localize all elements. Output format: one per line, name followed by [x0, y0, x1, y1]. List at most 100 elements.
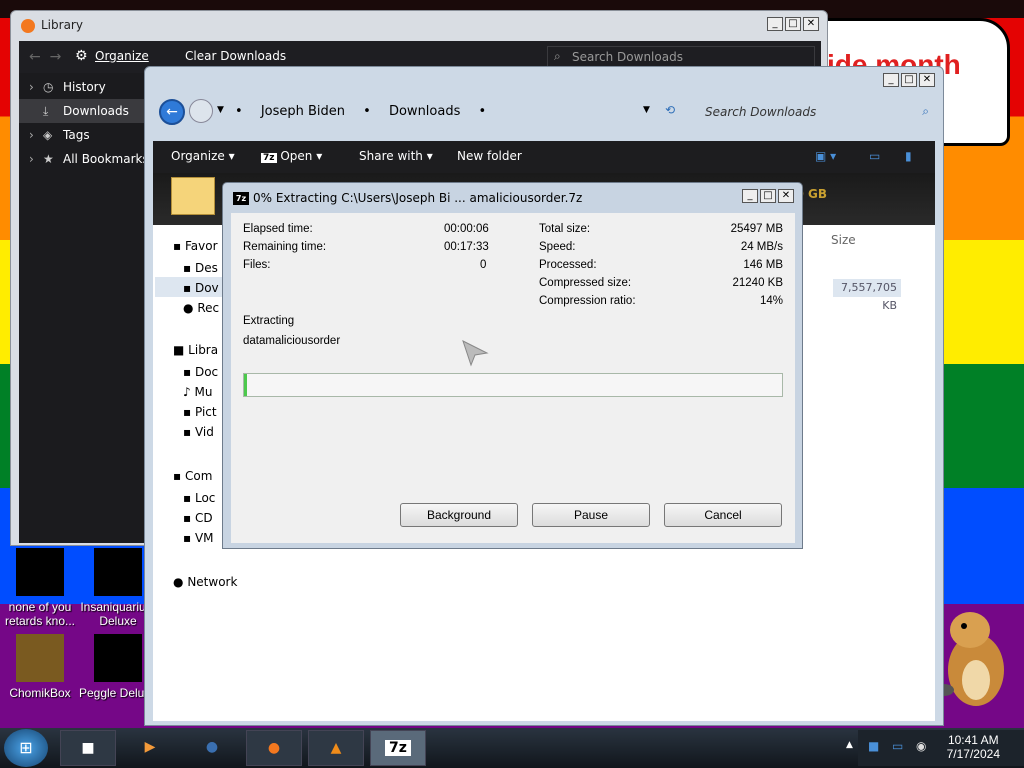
recent-icon: ● — [183, 301, 194, 315]
back-button[interactable]: ← — [159, 99, 185, 125]
nav-local-disk[interactable]: ▪ Loc — [183, 491, 215, 505]
column-header-size[interactable]: Size — [831, 233, 856, 247]
network-icon[interactable]: ▭ — [892, 739, 903, 753]
taskbar-media-player[interactable]: ▶ — [122, 730, 178, 766]
extract-dialog: 7z 0% Extracting C:\Users\Joseph Bi ... … — [222, 182, 803, 549]
volume-icon[interactable]: ◉ — [916, 739, 926, 753]
clear-downloads-button[interactable]: Clear Downloads — [185, 49, 286, 63]
minimize-icon[interactable]: _ — [767, 17, 783, 31]
remaining-time-label: Remaining time: — [243, 241, 327, 253]
document-icon: ▪ — [183, 365, 192, 379]
start-button[interactable]: ⊞ — [4, 729, 48, 767]
system-tray: ▲ ■ ▭ ◉ 10:41 AM 7/17/2024 — [846, 730, 1024, 766]
game-icon — [94, 634, 142, 682]
download-icon: ⤓ — [43, 104, 49, 118]
star-icon: ★ — [43, 152, 54, 166]
preview-pane-icon[interactable]: ▭ — [869, 149, 880, 163]
forward-button[interactable] — [189, 99, 213, 123]
library-organize-button[interactable]: Organize — [95, 49, 149, 63]
view-icon[interactable]: ▣ ▾ — [815, 149, 836, 163]
library-caption-buttons: _ □ ✕ — [767, 17, 819, 31]
pause-button[interactable]: Pause — [532, 503, 650, 527]
folder-icon: ■ — [81, 740, 95, 756]
open-button[interactable]: 7z Open ▾ — [261, 149, 322, 163]
breadcrumb-user[interactable]: Joseph Biden — [261, 104, 345, 119]
close-icon[interactable]: ✕ — [919, 73, 935, 87]
clock[interactable]: 10:41 AM 7/17/2024 — [947, 733, 1000, 761]
taskbar: ⊞ ■ ▶ ● ● ▲ 7z ▲ ■ ▭ ◉ 10:41 AM 7/17/202… — [0, 728, 1024, 768]
taskbar-vlc[interactable]: ▲ — [308, 730, 364, 766]
nav-music[interactable]: ♪ Mu — [183, 385, 212, 399]
nav-label: Dov — [194, 281, 219, 295]
organize-button[interactable]: Organize ▾ — [171, 149, 235, 163]
progress-fill — [244, 374, 247, 396]
taskbar-explorer[interactable]: ■ — [60, 730, 116, 766]
minimize-icon[interactable]: _ — [742, 189, 758, 203]
explorer-toolbar: Organize ▾ 7z Open ▾ Share with ▾ New fo… — [153, 141, 935, 173]
maximize-icon[interactable]: □ — [901, 73, 917, 87]
sidebar-item-tags[interactable]: › ◈ Tags — [19, 123, 155, 147]
nav-label: Des — [194, 261, 218, 275]
breadcrumb: • Joseph Biden • Downloads • — [235, 104, 500, 119]
close-icon[interactable]: ✕ — [803, 17, 819, 31]
tray-app-icon[interactable]: ■ — [868, 739, 879, 753]
help-icon[interactable]: ▮ — [905, 149, 912, 163]
share-with-button[interactable]: Share with ▾ — [359, 149, 433, 163]
desktop-icon-text-file[interactable]: none of you retards kno... — [0, 548, 80, 628]
sidebar-item-all-bookmarks[interactable]: › ★ All Bookmarks — [19, 147, 155, 171]
taskbar-firefox[interactable]: ● — [246, 730, 302, 766]
sidebar-item-downloads[interactable]: ⤓ Downloads — [19, 99, 155, 123]
extract-dialog-content: Elapsed time: 00:00:06 Remaining time: 0… — [231, 213, 795, 543]
nav-cd-drive[interactable]: ▪ CD — [183, 511, 213, 525]
search-icon: ⌕ — [922, 104, 929, 118]
nav-recent[interactable]: ● Rec — [183, 301, 219, 315]
maximize-icon[interactable]: □ — [760, 189, 776, 203]
nav-documents[interactable]: ▪ Doc — [183, 365, 218, 379]
nav-label: CD — [194, 511, 213, 525]
back-forward-icon[interactable]: ← → — [29, 49, 61, 65]
maximize-icon[interactable]: □ — [785, 17, 801, 31]
cancel-button[interactable]: Cancel — [664, 503, 782, 527]
nav-downloads[interactable]: ▪ Dov — [183, 281, 219, 295]
remaining-time-value: 00:17:33 — [444, 241, 489, 253]
nav-computer[interactable]: ▪ Com — [173, 469, 212, 483]
sidebar-item-history[interactable]: › ◷ History — [19, 75, 155, 99]
nav-videos[interactable]: ▪ Vid — [183, 425, 214, 439]
desktop-icon: ▪ — [183, 261, 192, 275]
picture-icon: ▪ — [183, 405, 192, 419]
nav-pictures[interactable]: ▪ Pict — [183, 405, 217, 419]
library-sidebar: › ◷ History ⤓ Downloads › ◈ Tags › ★ All Bookma… — [19, 73, 155, 543]
extraction-progress-bar — [243, 373, 783, 397]
refresh-icon[interactable]: ⟲ — [665, 103, 675, 117]
share-with-label: Share with — [359, 149, 423, 163]
explorer-search-input[interactable]: Search Downloads ⌕ — [695, 101, 935, 125]
total-size-value: 25497 MB — [730, 223, 783, 235]
chevron-right-icon: › — [29, 128, 34, 142]
address-dropdown-icon[interactable]: ▼ — [643, 105, 650, 115]
background-button[interactable]: Background — [400, 503, 518, 527]
taskbar-browser[interactable]: ● — [184, 730, 240, 766]
nav-label: Pict — [194, 405, 217, 419]
desktop-icon-chomikbox[interactable]: ChomikBox — [0, 634, 80, 700]
seven-zip-icon: 7z — [385, 740, 411, 756]
sidebar-item-label: History — [63, 80, 106, 94]
processed-value: 146 MB — [743, 259, 783, 271]
tray-expand-icon[interactable]: ▲ — [846, 740, 853, 750]
new-folder-button[interactable]: New folder — [457, 149, 522, 163]
nav-vm[interactable]: ▪ VM — [183, 531, 214, 545]
nav-favorites[interactable]: ▪ Favor — [173, 239, 218, 253]
nav-desktop[interactable]: ▪ Des — [183, 261, 218, 275]
library-title: Library — [41, 18, 83, 32]
taskbar-seven-zip[interactable]: 7z — [370, 730, 426, 766]
breadcrumb-downloads[interactable]: Downloads — [389, 104, 460, 119]
firefox-icon — [21, 19, 35, 33]
chevron-down-icon[interactable]: ▼ — [217, 105, 224, 115]
library-search-input[interactable]: ⌕ Search Downloads — [547, 46, 815, 68]
close-icon[interactable]: ✕ — [778, 189, 794, 203]
network-icon: ● — [173, 575, 184, 589]
nav-label: Vid — [194, 425, 214, 439]
nav-network[interactable]: ● Network — [173, 575, 237, 589]
nav-libraries[interactable]: ■ Libra — [173, 343, 218, 357]
minimize-icon[interactable]: _ — [883, 73, 899, 87]
extract-dialog-title: 0% Extracting C:\Users\Joseph Bi ... ama… — [253, 191, 583, 205]
